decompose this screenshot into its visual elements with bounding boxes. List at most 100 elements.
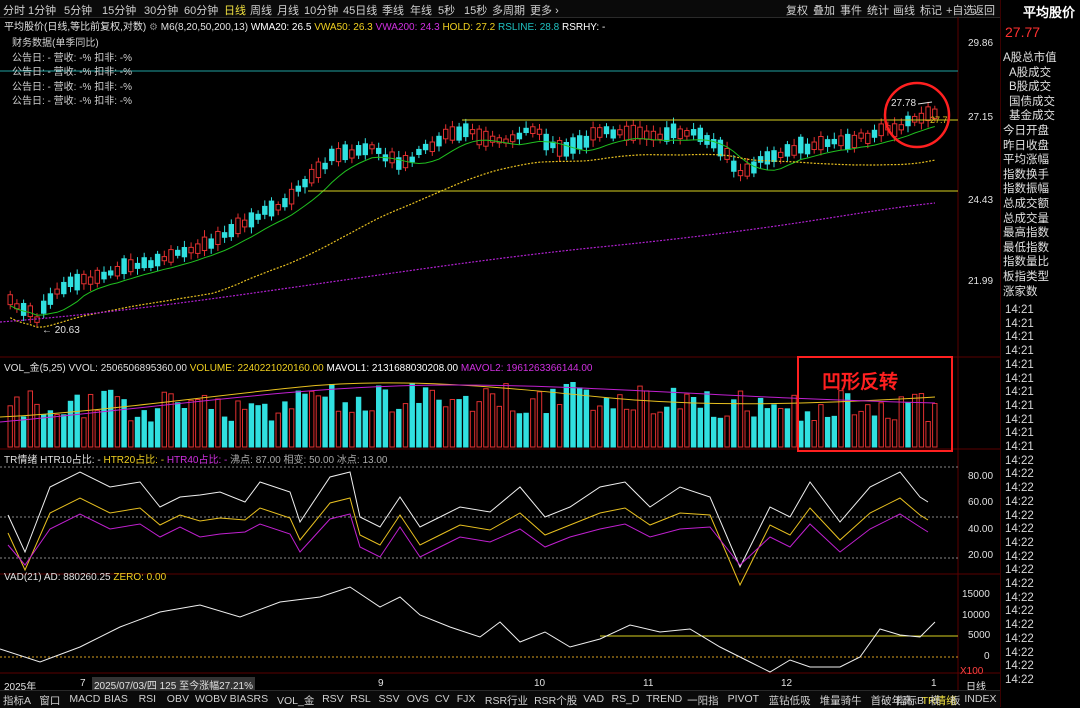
volume-bar (221, 416, 228, 448)
candle (362, 138, 369, 160)
indicator-tab[interactable]: RSR个股 (534, 693, 577, 708)
indicator-tab[interactable]: TREND (646, 693, 682, 705)
volume-bar (476, 401, 482, 448)
volume-bar (510, 410, 516, 448)
period-quarter[interactable]: 季线 (382, 2, 404, 18)
candle (201, 230, 208, 257)
candle (677, 125, 683, 145)
indicator-tab[interactable]: WOBV (195, 693, 227, 705)
candle (818, 131, 824, 156)
panel-time: 14:22 (1005, 578, 1034, 590)
indicator-tab[interactable]: RSR行业 (485, 693, 528, 708)
panel-field: 基金成交 (1009, 110, 1055, 123)
tr-axis-label: 20.00 (968, 550, 994, 561)
fuquan-button[interactable]: 复权 (786, 2, 808, 18)
candle (523, 121, 529, 136)
indicator-tab[interactable]: VOL_金 (277, 693, 314, 708)
volume-bar (34, 403, 40, 448)
add-watchlist-button[interactable]: +自选 (946, 2, 974, 18)
period-5sec[interactable]: 5秒 (438, 2, 455, 18)
indicator-tab[interactable]: RSI (139, 693, 157, 705)
panel-field: 指数量比 (1003, 256, 1049, 269)
indicator-tab[interactable]: OBV (167, 693, 189, 705)
volume-bar (14, 396, 20, 448)
period-30min[interactable]: 30分钟 (144, 2, 178, 18)
volume-bar (389, 411, 395, 448)
indicator-tab[interactable]: RSL (350, 693, 370, 705)
indicator-tab[interactable]: BIASRS (230, 693, 269, 705)
period-yearly[interactable]: 年线 (410, 2, 432, 18)
financial-title: 财务数据(单季同比) (12, 38, 99, 49)
candle (61, 276, 67, 298)
stats-button[interactable]: 统计 (867, 2, 889, 18)
period-toolbar: 分时 1分钟 5分钟 15分钟 30分钟 60分钟 日线 周线 月线 10分钟 … (0, 0, 1000, 18)
indicator-tab[interactable]: SSV (379, 693, 400, 705)
indicator-tab[interactable]: 窗口 (39, 693, 60, 708)
period-multi[interactable]: 多周期 (492, 2, 525, 18)
panel-field: 今日开盘 (1003, 125, 1049, 137)
mark-button[interactable]: 标记 (920, 2, 942, 18)
candle (516, 126, 523, 145)
period-60min[interactable]: 60分钟 (184, 2, 218, 18)
period-10min[interactable]: 10分钟 (304, 2, 338, 18)
period-daily[interactable]: 日线 (224, 2, 246, 18)
indicator-tab[interactable]: 指标A (3, 693, 31, 708)
indicator-tab[interactable]: 蓝钻低吸 (769, 693, 811, 708)
period-monthly[interactable]: 月线 (277, 2, 299, 18)
candle (623, 121, 630, 146)
indicator-tab[interactable]: FJX (457, 693, 476, 705)
volume-bar (41, 414, 47, 448)
indicator-tab[interactable]: PIVOT (728, 693, 760, 705)
close-price-label: 27.7 (930, 115, 948, 125)
period-more[interactable]: 更多 › (530, 2, 559, 18)
volume-bar (242, 408, 248, 448)
draw-button[interactable]: 画线 (893, 2, 915, 18)
volume-bar (871, 415, 878, 448)
candle (757, 150, 764, 169)
candlestick-series (7, 101, 938, 328)
chevron-right-icon: › (555, 5, 559, 17)
period-weekly[interactable]: 周线 (250, 2, 272, 18)
indicator-tab[interactable]: BIAS (104, 693, 128, 705)
indicator-tab[interactable]: RSV (322, 693, 344, 705)
panel-field: 涨家数 (1003, 285, 1038, 298)
volume-bar (449, 398, 456, 448)
period-15sec[interactable]: 15秒 (464, 2, 487, 18)
period-5min[interactable]: 5分钟 (64, 2, 92, 18)
indicator-tab[interactable]: OVS (407, 693, 429, 705)
period-fenshi[interactable]: 分时 (3, 2, 25, 18)
candle (865, 130, 871, 149)
volume-bar (315, 395, 322, 448)
candle (536, 123, 543, 141)
overlay-button[interactable]: 叠加 (813, 2, 835, 18)
indicator-tab[interactable]: 一阳指 (687, 693, 719, 708)
panel-time: 14:22 (1005, 468, 1034, 481)
period-1min[interactable]: 1分钟 (28, 2, 56, 18)
back-button[interactable]: 返回 (973, 2, 995, 18)
indicator-tab[interactable]: CV (435, 693, 450, 705)
period-45day[interactable]: 45日线 (343, 2, 377, 18)
indicator-side-tab[interactable]: 模 (930, 693, 941, 708)
event-button[interactable]: 事件 (840, 2, 862, 18)
indicator-tab[interactable]: INDEX (964, 693, 996, 705)
rsrhy-value: RSRHY: - (561, 22, 606, 33)
candle (690, 122, 697, 141)
candle (590, 121, 596, 147)
volume-bar (369, 410, 375, 448)
settings-icon[interactable]: ⚙ (149, 22, 158, 33)
volume-bar (275, 412, 281, 448)
financial-row: 公告日: - 营收: -% 扣非: -% (12, 81, 132, 93)
period-15min[interactable]: 15分钟 (102, 2, 136, 18)
indicator-tab[interactable]: VAD (583, 693, 604, 705)
indicator-side-tab[interactable]: 板 (950, 693, 961, 708)
candle (355, 141, 362, 160)
candle (610, 126, 616, 142)
candle (824, 135, 831, 152)
indicator-tab[interactable]: MACD (69, 693, 100, 705)
volume-bar (47, 410, 54, 448)
indicator-side-tab[interactable]: 指标B (896, 693, 924, 708)
candle (905, 111, 911, 133)
volume-bar (630, 409, 636, 448)
indicator-tab[interactable]: RS_D (612, 693, 640, 705)
indicator-tab[interactable]: 堆量骑牛 (820, 693, 862, 708)
